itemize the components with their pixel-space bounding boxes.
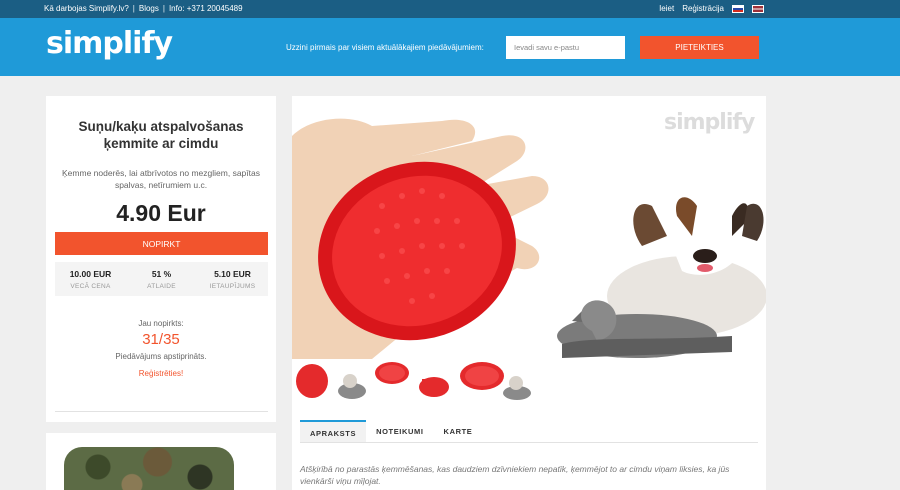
description-text: Atšķirībā no parastās ķemmēšanas, kas da… (300, 464, 730, 486)
tab-bar: APRAKSTS NOTEIKUMI KARTE (300, 420, 482, 442)
thumbnail-strip (292, 359, 766, 404)
speaker-image[interactable] (64, 447, 234, 490)
gallery-watermark: simplify (664, 110, 755, 135)
deal-price: 4.90 Eur (116, 200, 206, 226)
tab-map[interactable]: KARTE (434, 420, 483, 442)
bought-count: 31/35 (142, 331, 180, 348)
main-product-image[interactable] (292, 96, 766, 359)
russian-flag-icon[interactable] (732, 4, 744, 13)
discount-stat: 51 % ATLAIDE (126, 262, 197, 296)
stat-value: 51 % (151, 269, 172, 279)
buy-button[interactable]: NOPIRKT (55, 232, 268, 255)
related-deal-card[interactable] (46, 433, 276, 490)
header: simplify Uzzini pirmais par visiem aktuā… (0, 18, 900, 76)
product-gallery: simplify (292, 96, 766, 404)
thumbnail-4[interactable] (454, 359, 536, 404)
latvian-flag-icon[interactable] (752, 4, 764, 13)
logo-text: simplify (46, 26, 173, 61)
how-it-works-link[interactable]: Kā darbojas Simplify.lv? (44, 4, 129, 13)
stat-label: VECĀ CENA (70, 283, 111, 290)
bought-label: Jau nopirkts: (138, 319, 184, 328)
deal-stats: 10.00 EUR VECĀ CENA 51 % ATLAIDE 5.10 EU… (55, 262, 268, 296)
subscribe-button[interactable]: PIETEIKTIES (640, 36, 759, 59)
thumbnail-2[interactable] (374, 359, 414, 404)
old-price-stat: 10.00 EUR VECĀ CENA (55, 262, 126, 296)
login-link[interactable]: Ieiet (659, 4, 674, 13)
stat-value: 5.10 EUR (214, 269, 251, 279)
deal-title: Suņu/kaķu atspalvošanas ķemmite ar cimdu (78, 119, 244, 151)
deal-card: Suņu/kaķu atspalvošanas ķemmite ar cimdu… (46, 96, 276, 422)
divider (55, 411, 268, 412)
stat-value: 10.00 EUR (69, 269, 112, 279)
tab-terms[interactable]: NOTEIKUMI (366, 420, 433, 442)
stat-label: ATLAIDE (147, 283, 176, 290)
register-cta[interactable]: Reģistrēties! (56, 369, 266, 378)
newsletter-prompt: Uzzini pirmais par visiem aktuālākajiem … (286, 43, 484, 52)
top-bar: Kā darbojas Simplify.lv? | Blogs | Info:… (0, 0, 900, 18)
blog-link[interactable]: Blogs (139, 4, 159, 13)
deal-confirmed: Piedāvājums apstiprināts. (115, 352, 207, 361)
register-link[interactable]: Reģistrācija (682, 4, 724, 13)
tab-description[interactable]: APRAKSTS (300, 420, 367, 442)
email-input[interactable] (506, 36, 625, 59)
separator: | (132, 4, 135, 13)
separator: | (162, 4, 165, 13)
savings-stat: 5.10 EUR IETAUPĪJUMS (197, 262, 268, 296)
thumbnail-3[interactable] (414, 359, 454, 404)
description-panel: APRAKSTS NOTEIKUMI KARTE Atšķirībā no pa… (292, 404, 766, 490)
info-phone: Info: +371 20045489 (168, 4, 243, 13)
logo[interactable]: simplify (46, 26, 173, 61)
deal-description: Ķemme noderēs, lai atbrīvotos no mezglie… (62, 168, 260, 190)
stat-label: IETAUPĪJUMS (209, 283, 256, 290)
tab-divider (300, 442, 758, 443)
thumbnail-1[interactable] (292, 359, 374, 404)
